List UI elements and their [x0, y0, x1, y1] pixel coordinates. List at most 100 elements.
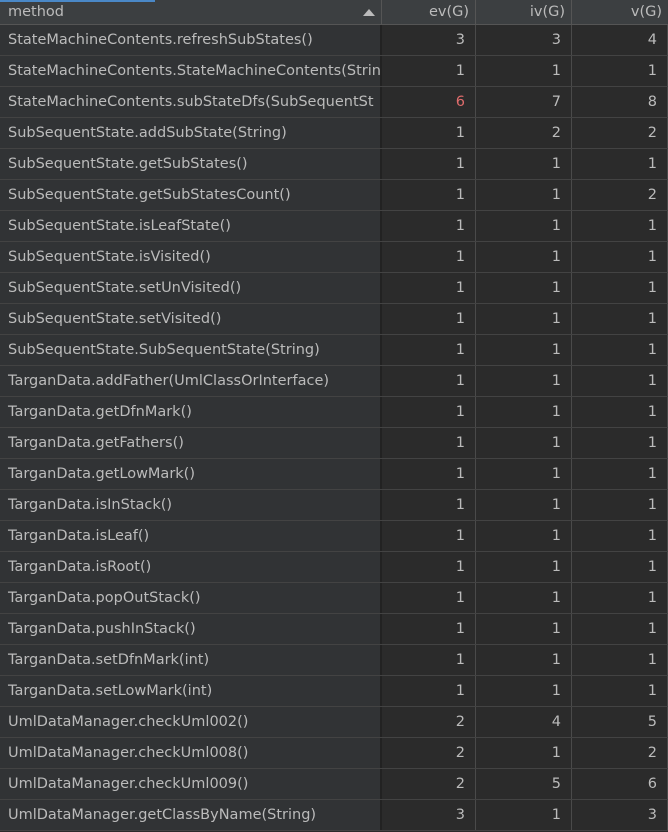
table-row[interactable]: SubSequentState.setUnVisited() 1 1 1 [0, 273, 668, 304]
cell-ev: 1 [382, 521, 476, 551]
cell-iv: 7 [476, 87, 572, 117]
cell-v: 2 [572, 180, 668, 210]
table-row[interactable]: UmlDataManager.checkUml002() 2 4 5 [0, 707, 668, 738]
cell-iv: 2 [476, 118, 572, 148]
cell-v: 1 [572, 583, 668, 613]
cell-v: 1 [572, 149, 668, 179]
cell-method: TarganData.getDfnMark() [0, 397, 382, 427]
cell-v: 1 [572, 397, 668, 427]
table-row[interactable]: TarganData.setDfnMark(int) 1 1 1 [0, 645, 668, 676]
table-row[interactable]: SubSequentState.getSubStatesCount() 1 1 2 [0, 180, 668, 211]
cell-v: 1 [572, 366, 668, 396]
cell-ev: 2 [382, 738, 476, 768]
cell-iv: 1 [476, 335, 572, 365]
cell-method: TarganData.pushInStack() [0, 614, 382, 644]
cell-v: 2 [572, 118, 668, 148]
cell-method: TarganData.setDfnMark(int) [0, 645, 382, 675]
cell-method: UmlDataManager.checkUml009() [0, 769, 382, 799]
cell-v: 6 [572, 769, 668, 799]
table-row[interactable]: UmlDataManager.checkUml008() 2 1 2 [0, 738, 668, 769]
cell-ev: 1 [382, 490, 476, 520]
table-row[interactable]: SubSequentState.addSubState(String) 1 2 2 [0, 118, 668, 149]
table-row[interactable]: SubSequentState.setVisited() 1 1 1 [0, 304, 668, 335]
cell-v: 1 [572, 645, 668, 675]
cell-ev: 1 [382, 304, 476, 334]
cell-iv: 1 [476, 800, 572, 830]
table-row[interactable]: TarganData.setLowMark(int) 1 1 1 [0, 676, 668, 707]
cell-iv: 1 [476, 459, 572, 489]
cell-v: 1 [572, 242, 668, 272]
cell-ev: 1 [382, 676, 476, 706]
column-header-method-label: method [8, 4, 64, 20]
column-header-v[interactable]: v(G) [572, 0, 668, 25]
table-row[interactable]: SubSequentState.getSubStates() 1 1 1 [0, 149, 668, 180]
table-row[interactable]: UmlDataManager.getClassByName(String) 3 1 3 [0, 800, 668, 831]
table-body: StateMachineContents.refreshSubStates() 3… [0, 25, 668, 831]
cell-method: StateMachineContents.subStateDfs(SubSequ… [0, 87, 382, 117]
cell-v: 1 [572, 614, 668, 644]
table-row[interactable]: TarganData.addFather(UmlClassOrInterface… [0, 366, 668, 397]
cell-ev: 1 [382, 118, 476, 148]
table-row[interactable]: UmlDataManager.checkUml009() 2 5 6 [0, 769, 668, 800]
table-row[interactable]: StateMachineContents.refreshSubStates() 3… [0, 25, 668, 56]
cell-ev: 2 [382, 707, 476, 737]
table-row[interactable]: TarganData.getFathers() 1 1 1 [0, 428, 668, 459]
cell-iv: 1 [476, 738, 572, 768]
cell-method: UmlDataManager.getClassByName(String) [0, 800, 382, 830]
cell-iv: 1 [476, 645, 572, 675]
sort-ascending-icon[interactable] [363, 9, 375, 16]
cell-v: 3 [572, 800, 668, 830]
table-row[interactable]: TarganData.pushInStack() 1 1 1 [0, 614, 668, 645]
cell-iv: 1 [476, 180, 572, 210]
cell-v: 5 [572, 707, 668, 737]
cell-iv: 1 [476, 614, 572, 644]
cell-iv: 1 [476, 366, 572, 396]
table-row[interactable]: TarganData.getLowMark() 1 1 1 [0, 459, 668, 490]
cell-iv: 1 [476, 211, 572, 241]
table-row[interactable]: SubSequentState.isVisited() 1 1 1 [0, 242, 668, 273]
cell-v: 1 [572, 304, 668, 334]
cell-iv: 4 [476, 707, 572, 737]
cell-v: 1 [572, 335, 668, 365]
table-row[interactable]: TarganData.popOutStack() 1 1 1 [0, 583, 668, 614]
cell-v: 1 [572, 521, 668, 551]
cell-ev: 1 [382, 459, 476, 489]
table-header: method ev(G) iv(G) v(G) [0, 0, 668, 25]
cell-method: SubSequentState.isVisited() [0, 242, 382, 272]
cell-v: 1 [572, 273, 668, 303]
table-row[interactable]: StateMachineContents.StateMachineContent… [0, 56, 668, 87]
column-header-iv-label: iv(G) [529, 4, 565, 20]
table-row[interactable]: TarganData.isLeaf() 1 1 1 [0, 521, 668, 552]
table-row[interactable]: SubSequentState.isLeafState() 1 1 1 [0, 211, 668, 242]
cell-iv: 1 [476, 56, 572, 86]
cell-v: 1 [572, 428, 668, 458]
cell-method: TarganData.setLowMark(int) [0, 676, 382, 706]
table-row[interactable]: TarganData.isInStack() 1 1 1 [0, 490, 668, 521]
table-row[interactable]: StateMachineContents.subStateDfs(SubSequ… [0, 87, 668, 118]
table-row[interactable]: SubSequentState.SubSequentState(String) 1… [0, 335, 668, 366]
metrics-table: method ev(G) iv(G) v(G) StateMachineCont… [0, 0, 668, 832]
cell-v: 1 [572, 56, 668, 86]
cell-iv: 1 [476, 490, 572, 520]
cell-iv: 1 [476, 521, 572, 551]
cell-v: 8 [572, 87, 668, 117]
cell-method: SubSequentState.isLeafState() [0, 211, 382, 241]
cell-method: StateMachineContents.StateMachineContent… [0, 56, 382, 86]
cell-method: TarganData.addFather(UmlClassOrInterface… [0, 366, 382, 396]
cell-ev: 1 [382, 273, 476, 303]
table-row[interactable]: TarganData.getDfnMark() 1 1 1 [0, 397, 668, 428]
cell-v: 1 [572, 490, 668, 520]
column-header-ev[interactable]: ev(G) [382, 0, 476, 25]
cell-iv: 5 [476, 769, 572, 799]
cell-method: UmlDataManager.checkUml002() [0, 707, 382, 737]
table-row[interactable]: TarganData.isRoot() 1 1 1 [0, 552, 668, 583]
column-header-method[interactable]: method [0, 0, 382, 25]
cell-iv: 1 [476, 428, 572, 458]
column-header-iv[interactable]: iv(G) [476, 0, 572, 25]
cell-ev: 1 [382, 552, 476, 582]
cell-method: SubSequentState.SubSequentState(String) [0, 335, 382, 365]
column-header-v-label: v(G) [630, 4, 662, 20]
cell-method: SubSequentState.setVisited() [0, 304, 382, 334]
cell-iv: 1 [476, 676, 572, 706]
cell-iv: 1 [476, 273, 572, 303]
